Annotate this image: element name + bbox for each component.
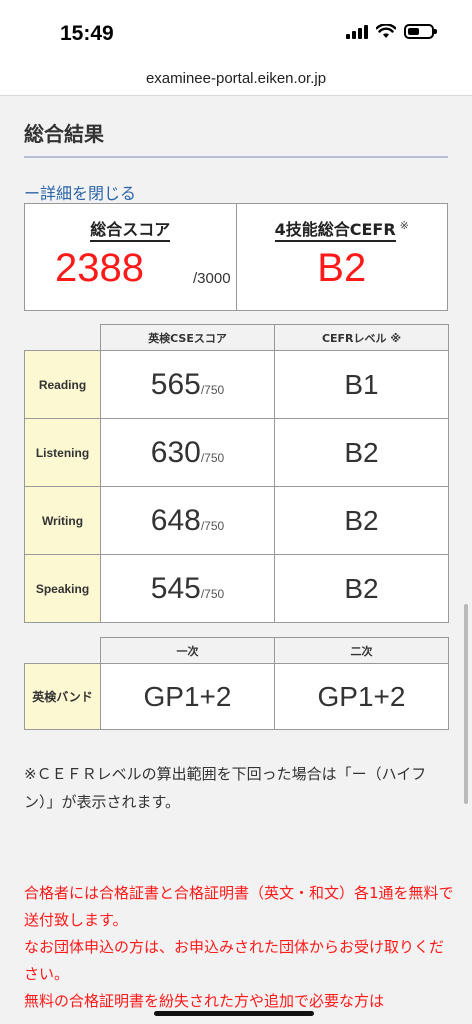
skills-table: 英検CSEスコア CEFRレベル ※ Reading 565/750 B1 Li… [24,324,449,623]
speaking-score: 545 [150,571,201,605]
speaking-cefr: B2 [344,572,379,604]
listening-score: 630 [150,435,201,469]
total-cefr-label: 4技能総合CEFR [274,220,396,242]
skill-label-speaking: Speaking [24,554,101,623]
table-row: Reading 565/750 B1 [24,350,449,419]
skill-label-reading: Reading [24,350,101,419]
writing-cefr-cell: B2 [274,486,449,555]
total-score-max: /3000 [193,270,231,287]
listening-score-max: /750 [200,450,225,465]
skill-label-writing: Writing [24,486,101,555]
reading-score-cell: 565/750 [100,350,275,419]
total-score-cell: 総合スコア 2388 /3000 [25,204,236,310]
band-table: 一次 二次 英検バンド GP1+2 GP1+2 [24,637,449,730]
second-band-value: GP1+2 [317,680,406,712]
first-stage-header: 一次 [100,637,275,664]
total-cefr-value: B2 [317,246,367,290]
first-band-cell: GP1+2 [100,663,275,730]
total-cefr-cell: 4技能総合CEFR ※ B2 [235,204,448,310]
cefr-level-header: CEFRレベル ※ [274,324,449,351]
second-band-cell: GP1+2 [274,663,449,730]
section-title: 総合結果 [24,122,104,146]
cefr-footnote: ※ＣＥＦＲレベルの算出範囲を下回った場合は「ー（ハイフン）」が表示されます。 [24,765,427,811]
certificate-notice: 合格者には合格証書と合格証明書（英文・和文）各1通を無料で送付致します。 なお団… [24,880,454,1015]
second-stage-header: 二次 [274,637,449,664]
reading-cefr: B1 [344,368,379,400]
listening-score-cell: 630/750 [100,418,275,487]
section-divider [24,156,448,158]
notice-line: 合格者には合格証書と合格証明書（英文・和文）各1通を無料で送付致します。 [24,884,454,929]
table-row: Speaking 545/750 B2 [24,554,449,623]
notice-line: なお団体申込の方は、お申込みされた団体からお受け取りください。 [24,938,445,983]
wifi-icon [376,24,396,38]
table-row: Listening 630/750 B2 [24,418,449,487]
summary-box: 総合スコア 2388 /3000 4技能総合CEFR ※ B2 [24,203,448,311]
listening-cefr: B2 [344,436,379,468]
status-bar: 15:49 [0,0,472,66]
total-score-value: 2388 [55,246,144,290]
reading-score: 565 [150,367,201,401]
reading-cefr-cell: B1 [274,350,449,419]
cefr-note-mark: ※ [399,218,409,232]
total-score-label: 総合スコア [90,220,171,242]
writing-score-cell: 648/750 [100,486,275,555]
speaking-cefr-cell: B2 [274,554,449,623]
writing-cefr: B2 [344,504,379,536]
status-icons [346,24,437,39]
speaking-score-cell: 545/750 [100,554,275,623]
cse-score-header: 英検CSEスコア [100,324,275,351]
writing-score-max: /750 [200,518,225,533]
cellular-signal-icon [346,24,368,39]
close-details-link[interactable]: ー詳細を閉じる [24,180,136,204]
home-indicator[interactable] [154,1011,314,1016]
speaking-score-max: /750 [200,586,225,601]
listening-cefr-cell: B2 [274,418,449,487]
table-row: Writing 648/750 B2 [24,486,449,555]
url-text: examinee-portal.eiken.or.jp [145,70,327,87]
table-row: 英検バンド GP1+2 GP1+2 [24,663,449,730]
reading-score-max: /750 [200,382,225,397]
writing-score: 648 [150,503,201,537]
band-label: 英検バンド [24,663,101,730]
battery-icon [404,24,437,39]
address-bar[interactable]: examinee-portal.eiken.or.jp [0,66,472,96]
scrollbar[interactable] [464,604,468,804]
status-time: 15:49 [60,22,114,45]
skill-label-listening: Listening [24,418,101,487]
first-band-value: GP1+2 [143,680,232,712]
